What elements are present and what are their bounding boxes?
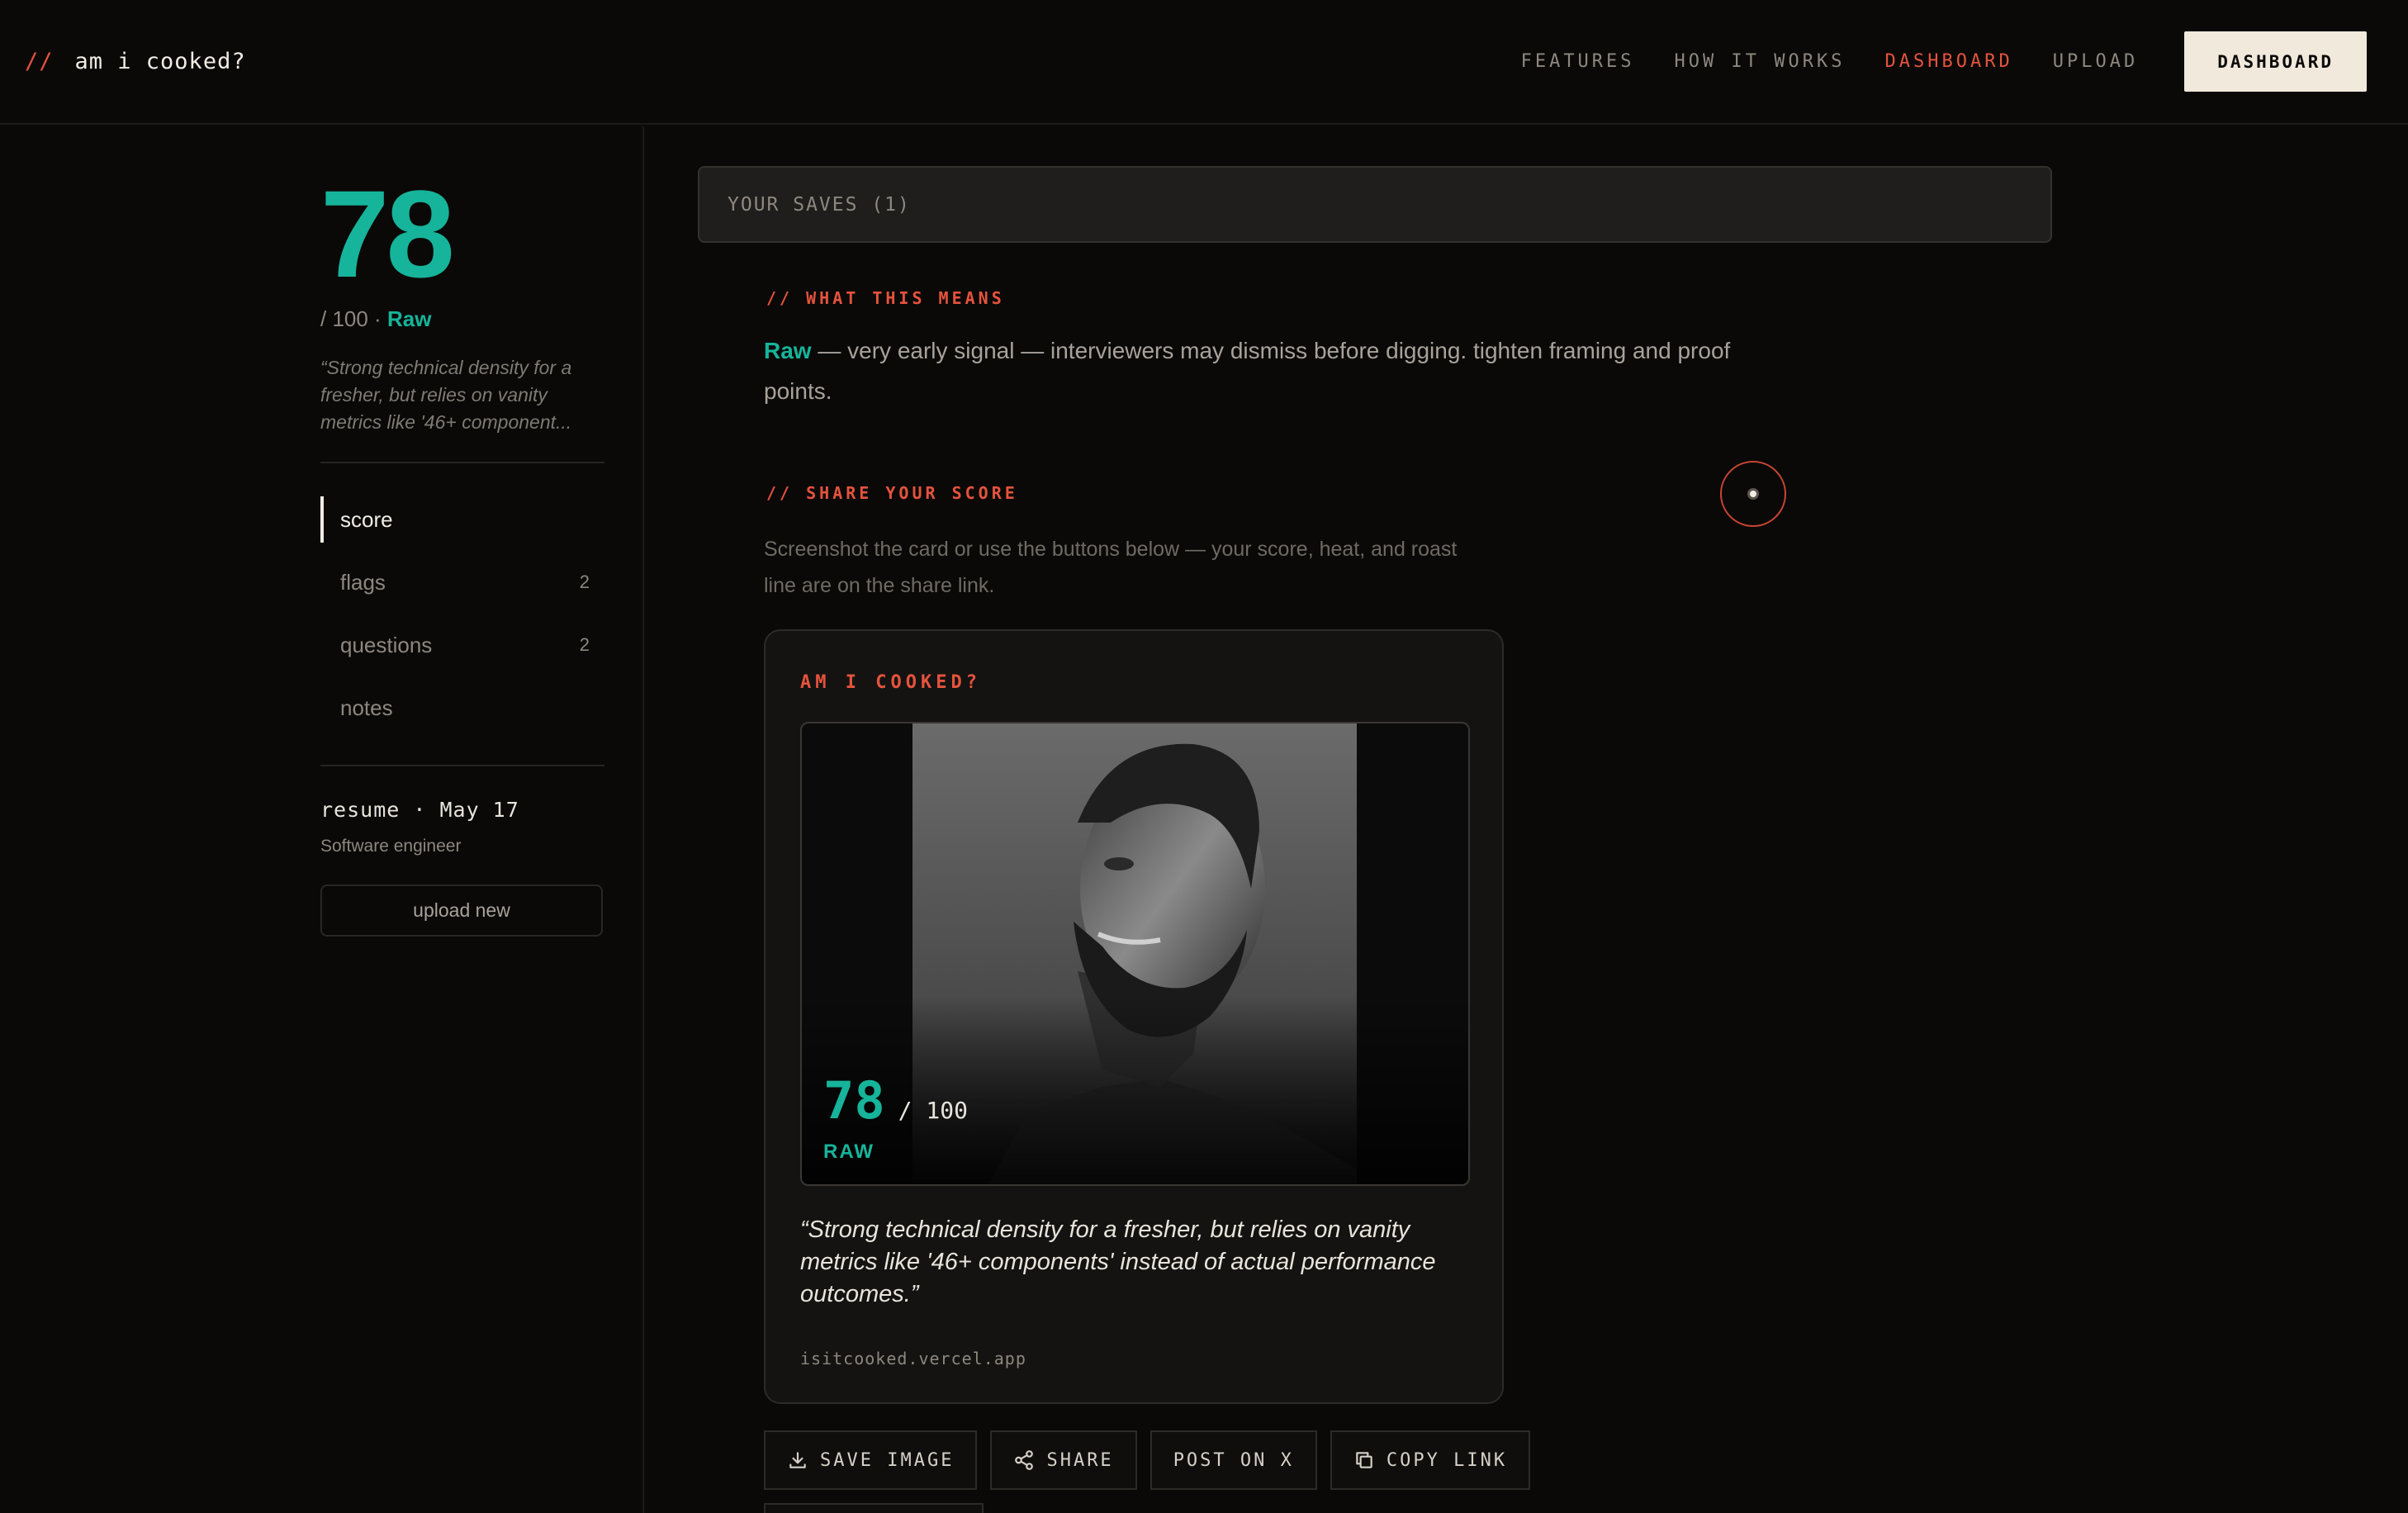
sidebar-item-questions[interactable]: questions 2 [320,622,604,668]
share-card: AM I COOKED? 78 / 100 RAW “Strong techni… [764,629,1504,1404]
share-icon [1015,1450,1034,1470]
resume-role: Software engineer [320,837,462,856]
share-button[interactable]: SHARE [990,1430,1137,1490]
nav-link-dashboard[interactable]: DASHBOARD [1885,51,2013,72]
means-tier: Raw [764,338,812,363]
card-image-score: 78 / 100 [823,1070,968,1131]
sidebar-nav: score flags 2 questions 2 notes [320,496,604,747]
dashboard-cta-button[interactable]: DASHBOARD [2184,31,2367,92]
card-quote: “Strong technical density for a fresher,… [800,1217,1436,1307]
more-action-button[interactable] [764,1503,984,1513]
sidebar-score-subtitle: / 100 · Raw [320,306,431,332]
upload-new-button[interactable]: upload new [320,885,603,937]
nav-link-how-it-works[interactable]: HOW IT WORKS [1675,51,1846,72]
card-image: 78 / 100 RAW [800,722,1470,1186]
save-image-button[interactable]: SAVE IMAGE [764,1430,978,1490]
sidebar-item-flags[interactable]: flags 2 [320,559,604,605]
score-denominator: / 100 · [320,306,382,331]
sidebar-score: 78 [320,164,455,303]
top-nav: // am i cooked? FEATURES HOW IT WORKS DA… [0,0,2408,125]
nav-links: FEATURES HOW IT WORKS DASHBOARD UPLOAD D… [1521,31,2367,92]
post-on-x-label: POST ON X [1173,1449,1294,1471]
score-tier: Raw [386,306,432,331]
download-icon [789,1452,806,1468]
share-actions: SAVE IMAGE SHARE POST ON X COPY LINK [764,1430,1531,1490]
share-label: SHARE [1046,1449,1114,1471]
card-score-number: 78 [823,1070,885,1131]
brand-name: am i cooked? [74,49,246,74]
resume-date: resume · May 17 [320,798,519,822]
sidebar-item-count: 2 [579,572,590,592]
save-image-label: SAVE IMAGE [820,1449,955,1471]
nav-link-upload[interactable]: UPLOAD [2053,51,2138,72]
sidebar-item-count: 2 [579,634,590,655]
nav-link-features[interactable]: FEATURES [1521,51,1635,72]
sidebar: 78 / 100 · Raw “Strong technical density… [0,126,644,1513]
sidebar-item-label: notes [340,695,393,720]
sidebar-item-score[interactable]: score [320,496,604,543]
copy-icon [1356,1452,1372,1468]
brand-logo[interactable]: // am i cooked? [25,49,246,74]
cursor-dot [1747,488,1759,500]
cursor-indicator [1720,461,1786,527]
copy-link-button[interactable]: COPY LINK [1330,1430,1531,1490]
card-score-denominator: / 100 [898,1097,968,1124]
sidebar-item-label: score [340,506,393,532]
your-saves-dropdown[interactable]: YOUR SAVES (1) [698,166,2052,243]
card-title: AM I COOKED? [800,672,981,693]
sidebar-item-label: questions [340,632,433,657]
share-description: Screenshot the card or use the buttons b… [764,538,1458,597]
means-body: — very early signal — interviewers may d… [764,338,1731,404]
sidebar-item-label: flags [340,569,386,595]
sidebar-divider [320,765,604,766]
what-this-means-text: Raw — very early signal — interviewers m… [764,330,1763,411]
copy-link-label: COPY LINK [1386,1449,1508,1471]
card-tier: RAW [823,1141,875,1163]
sidebar-quote: “Strong technical density for a fresher,… [320,357,572,433]
card-url: isitcooked.vercel.app [800,1349,1026,1368]
what-this-means-label: // WHAT THIS MEANS [766,288,1005,308]
share-score-label: // SHARE YOUR SCORE [766,483,1018,503]
post-on-x-button[interactable]: POST ON X [1149,1430,1317,1490]
brand-slashes: // [25,49,54,74]
sidebar-item-notes[interactable]: notes [320,685,604,731]
sidebar-divider [320,462,604,463]
